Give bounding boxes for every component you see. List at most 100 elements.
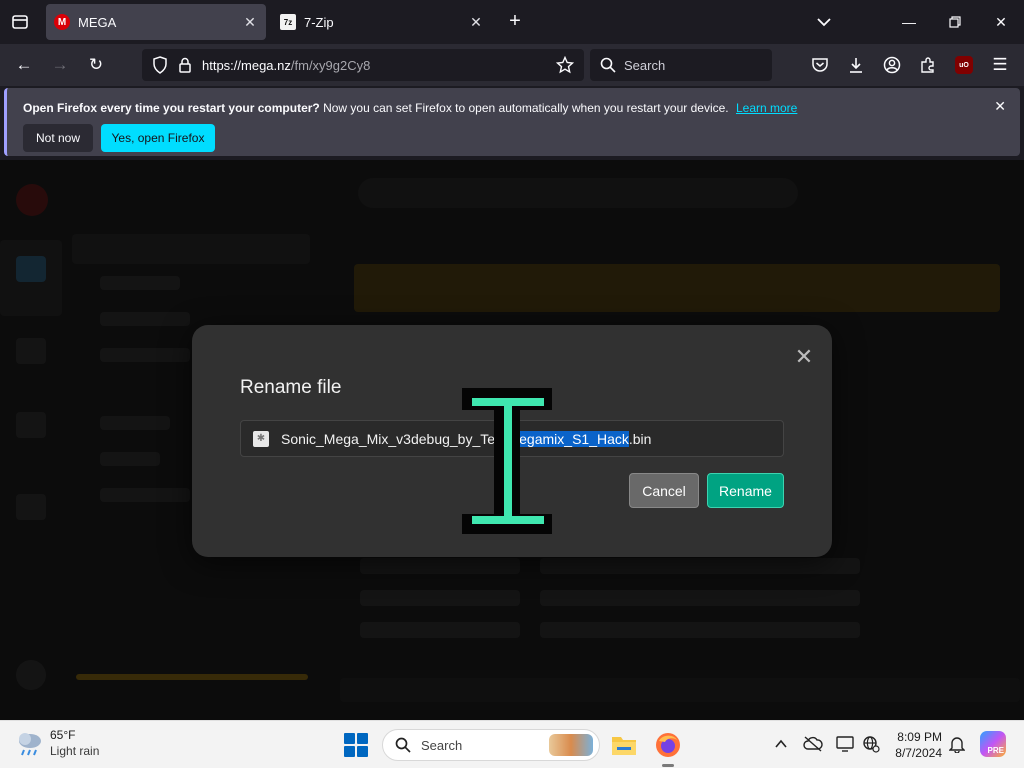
- default-browser-notification: Open Firefox every time you restart your…: [4, 88, 1020, 156]
- chevron-up-icon: [775, 739, 787, 748]
- maximize-button[interactable]: [940, 8, 970, 36]
- download-icon: [850, 58, 862, 73]
- weather-temperature: 65°F: [50, 728, 76, 742]
- notifications-button[interactable]: [946, 733, 968, 755]
- text-cursor-icon: [462, 388, 552, 534]
- dialog-close-button[interactable]: ✕: [792, 344, 816, 369]
- minimize-button[interactable]: —: [894, 8, 924, 36]
- clock-date: 8/7/2024: [895, 746, 942, 760]
- arrow-right-icon: →: [51, 55, 69, 74]
- windows-logo-icon: [357, 733, 368, 744]
- active-app-indicator: [662, 764, 674, 767]
- bell-icon: [949, 737, 965, 753]
- navigation-toolbar: ← → ↻ https://mega.nz/fm/xy9g2Cy8 Search…: [0, 44, 1024, 86]
- generic-file-icon: ✱: [253, 430, 269, 447]
- rename-button[interactable]: Rename: [707, 473, 784, 508]
- account-button[interactable]: [878, 52, 906, 78]
- file-explorer-button[interactable]: [608, 729, 640, 761]
- chevron-down-icon: [817, 18, 831, 27]
- folder-icon: [612, 737, 636, 755]
- forward-button[interactable]: →: [46, 52, 74, 78]
- rain-cloud-icon: [19, 733, 41, 756]
- hamburger-menu-icon: ☰: [992, 55, 1008, 74]
- onedrive-button[interactable]: [802, 733, 824, 755]
- tab-mega[interactable]: M MEGA ✕: [46, 4, 266, 40]
- 7zip-favicon-icon: 7z: [280, 14, 296, 30]
- windows-logo-icon: [344, 746, 355, 757]
- search-placeholder: Search: [624, 57, 666, 73]
- puzzle-icon: [921, 57, 934, 73]
- monitor-icon: [836, 736, 854, 752]
- bookmark-star-icon[interactable]: [552, 56, 578, 74]
- url-text[interactable]: https://mega.nz/fm/xy9g2Cy8: [202, 58, 552, 73]
- tab-title: 7-Zip: [304, 14, 334, 30]
- tab-title: MEGA: [78, 14, 117, 30]
- arrow-left-icon: ←: [15, 55, 33, 74]
- close-icon: ✕: [994, 98, 1006, 114]
- minimize-icon: —: [902, 14, 916, 30]
- url-path: /fm/xy9g2Cy8: [290, 57, 371, 73]
- ublock-origin-icon: uO: [955, 56, 973, 74]
- taskbar-search-label: Search: [421, 737, 463, 753]
- url-host: https://mega.nz: [202, 57, 291, 73]
- notification-close-button[interactable]: ✕: [994, 98, 1006, 115]
- weather-widget[interactable]: 65°F Light rain: [16, 727, 99, 759]
- windows-logo-icon: [357, 746, 368, 757]
- yes-open-firefox-button[interactable]: Yes, open Firefox: [101, 124, 215, 152]
- search-highlight-image: [549, 734, 593, 756]
- start-button[interactable]: [344, 733, 368, 757]
- tracking-shield-icon[interactable]: [150, 56, 170, 74]
- lock-icon[interactable]: [176, 57, 194, 73]
- firefox-view-button[interactable]: [8, 10, 32, 34]
- close-tab-icon[interactable]: ✕: [468, 14, 484, 30]
- not-now-button[interactable]: Not now: [23, 124, 93, 152]
- firefox-icon: [656, 733, 680, 757]
- dialog-title: Rename file: [240, 377, 342, 398]
- app-menu-button[interactable]: ☰: [986, 52, 1014, 78]
- pocket-icon: [812, 58, 828, 72]
- restore-icon: [949, 16, 961, 28]
- close-tab-icon[interactable]: ✕: [242, 14, 258, 30]
- globe-no-internet-icon: [863, 736, 880, 753]
- weather-condition: Light rain: [50, 744, 100, 758]
- display-button[interactable]: [834, 733, 856, 755]
- reload-icon: ↻: [88, 55, 104, 74]
- windows-taskbar: 65°F Light rain Search 8:09 PM 8/7/2024 …: [0, 720, 1024, 768]
- clock-time: 8:09 PM: [897, 730, 942, 744]
- search-icon: [395, 737, 411, 753]
- close-window-button[interactable]: ✕: [986, 8, 1016, 36]
- tab-strip: M MEGA ✕ 7z 7-Zip ✕ + — ✕: [0, 0, 1024, 44]
- taskbar-search[interactable]: Search: [382, 729, 600, 761]
- search-bar[interactable]: Search: [590, 49, 772, 81]
- downloads-button[interactable]: [842, 52, 870, 78]
- firefox-view-icon: [12, 15, 28, 29]
- firefox-taskbar-button[interactable]: [652, 729, 684, 767]
- search-icon: [600, 57, 616, 73]
- tab-7zip[interactable]: 7z 7-Zip ✕: [272, 4, 492, 40]
- windows-logo-icon: [344, 733, 355, 744]
- reload-button[interactable]: ↻: [82, 52, 110, 78]
- notification-text: Now you can set Firefox to open automati…: [323, 101, 729, 115]
- filename-extension: .bin: [628, 430, 652, 447]
- close-icon: ✕: [995, 13, 1007, 30]
- copilot-button[interactable]: PRE: [980, 731, 1006, 757]
- new-tab-button[interactable]: +: [504, 10, 526, 32]
- close-icon: ✕: [794, 344, 814, 369]
- mega-favicon-icon: M: [54, 14, 70, 30]
- notification-question: Open Firefox every time you restart your…: [23, 101, 320, 115]
- notification-message: Open Firefox every time you restart your…: [23, 101, 797, 115]
- list-all-tabs-button[interactable]: [814, 12, 836, 32]
- account-icon: [883, 56, 901, 74]
- plus-icon: +: [509, 9, 521, 32]
- extensions-button[interactable]: [914, 52, 942, 78]
- back-button[interactable]: ←: [10, 52, 38, 78]
- copilot-preview-badge: PRE: [987, 746, 1004, 755]
- network-volume-button[interactable]: [860, 733, 882, 755]
- address-bar[interactable]: https://mega.nz/fm/xy9g2Cy8: [142, 49, 584, 81]
- show-hidden-icons-button[interactable]: [770, 733, 792, 755]
- learn-more-link[interactable]: Learn more: [736, 101, 797, 115]
- system-clock[interactable]: 8:09 PM 8/7/2024: [880, 729, 942, 761]
- pocket-button[interactable]: [806, 52, 834, 78]
- cancel-button[interactable]: Cancel: [629, 473, 699, 508]
- ublock-origin-button[interactable]: uO: [950, 52, 978, 78]
